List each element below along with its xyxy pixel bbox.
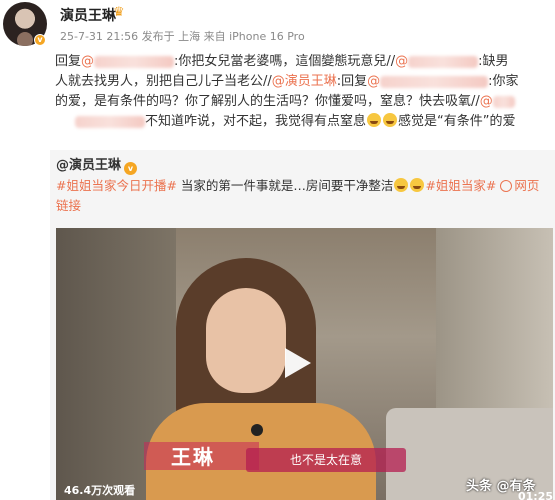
quoted-author[interactable]: @演员王琳 v — [56, 154, 138, 175]
reply-segment: :你家 — [488, 74, 519, 89]
post-meta: 25-7-31 21:56 发布于 上海 来自 iPhone 16 Pro — [60, 30, 305, 43]
blurred-username — [408, 55, 479, 68]
crown-icon: ♛ — [113, 5, 125, 20]
view-count: 46.4万次观看 — [64, 484, 136, 497]
verified-icon: v — [34, 34, 46, 46]
reply-segment: :缺男 — [478, 54, 509, 69]
post-header: v 演员王琳 ♛ 25-7-31 21:56 发布于 上海 来自 iPhone … — [0, 0, 555, 48]
name-caption: 王琳 — [171, 445, 215, 469]
reply-segment: :回复 — [336, 74, 368, 89]
laugh-cry-emoji-icon — [410, 178, 425, 192]
microphone — [251, 424, 263, 436]
quoted-body: 当家的第一件事就是…房间要干净整洁 — [176, 178, 394, 193]
blurred-username — [380, 75, 489, 88]
quoted-author-name[interactable]: @演员王琳 — [56, 158, 121, 173]
hashtag-link[interactable]: #姐姐当家# — [425, 178, 496, 193]
video-subtitle: 也不是太在意 — [289, 453, 362, 467]
reply-segment: 不知道咋说，对不起，我觉得有点窒息 — [145, 114, 367, 129]
reply-segment: :你把女兒當老婆嗎，這個變態玩意兒// — [174, 54, 396, 69]
reply-text: 回复@:你把女兒當老婆嗎，這個變態玩意兒//@:缺男 人就去找男人，别把自己儿子… — [55, 54, 519, 129]
reply-prefix: 回复 — [55, 54, 82, 69]
video-player[interactable]: 王琳 也不是太在意 46.4万次观看 头条 @有条 01:25 — [56, 228, 553, 500]
hashtag-link[interactable]: #姐姐当家今日开播# — [56, 178, 177, 193]
reply-segment: 人就去找男人，别把自己儿子当老公// — [55, 74, 272, 89]
laugh-cry-emoji-icon — [367, 113, 382, 127]
verified-icon: v — [124, 162, 138, 175]
person-face — [206, 288, 286, 393]
link-icon — [500, 180, 513, 192]
reply-segment: 感觉是“有条件”的爱 — [398, 114, 516, 129]
quoted-text: #姐姐当家今日开播# 当家的第一件事就是…房间要干净整洁 #姐姐当家# 网页链接 — [56, 176, 548, 216]
blurred-username — [492, 95, 515, 108]
laugh-cry-emoji-icon — [394, 178, 409, 192]
mention-link[interactable]: @演员王琳 — [272, 74, 337, 89]
laugh-cry-emoji-icon — [383, 113, 398, 127]
blurred-username — [94, 55, 175, 68]
blurred-username — [75, 115, 145, 128]
reply-segment: 的爱，是有条件的吗？你了解别人的生活吗？你懂爱吗，窒息？快去吸氧// — [55, 94, 480, 109]
video-duration: 01:25 — [518, 490, 553, 500]
play-icon[interactable] — [285, 348, 311, 378]
username[interactable]: 演员王琳 — [60, 5, 116, 25]
